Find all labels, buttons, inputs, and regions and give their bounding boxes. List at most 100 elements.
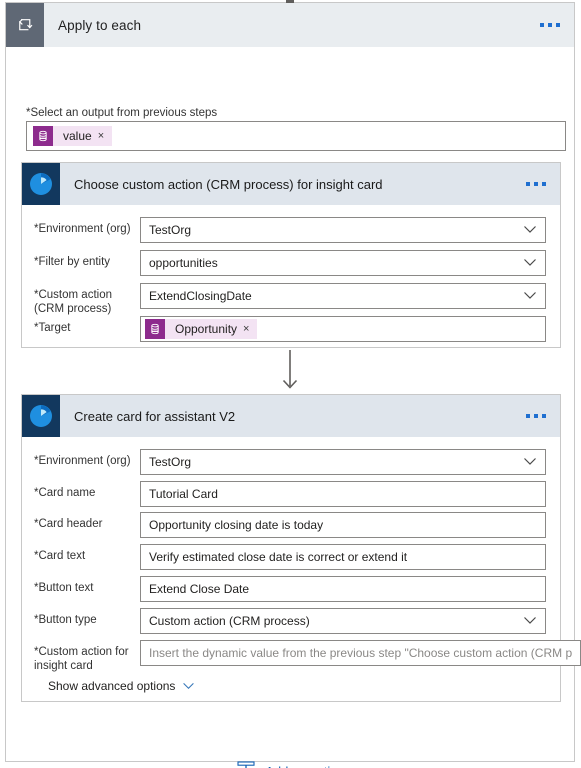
ellipsis-dot <box>542 414 546 418</box>
filter-by-entity-dropdown[interactable]: opportunities <box>140 250 546 276</box>
field-label: *Custom action for insight card <box>22 640 140 673</box>
field-label-text: Filter by entity <box>38 256 111 268</box>
field-label: *Custom action (CRM process) <box>22 283 140 316</box>
field-row-button-type: *Button type Custom action (CRM process) <box>22 608 560 634</box>
field-value: Extend Close Date <box>149 582 250 596</box>
dynamic-token-opportunity[interactable]: Opportunity × <box>145 319 258 339</box>
custom-action-dropdown[interactable]: ExtendClosingDate <box>140 283 546 309</box>
scope-menu-button[interactable] <box>540 23 560 27</box>
field-value: TestOrg <box>149 455 192 469</box>
field-label-text: Target <box>38 322 71 334</box>
field-row-environment: *Environment (org) TestOrg <box>22 217 560 243</box>
chevron-down-icon <box>523 223 537 237</box>
dynamic-token-label: value <box>63 129 92 143</box>
field-label-text: Card header <box>38 518 103 530</box>
chevron-down-icon <box>523 614 537 628</box>
scope-title: Apply to each <box>58 17 142 33</box>
button-type-dropdown[interactable]: Custom action (CRM process) <box>140 608 546 634</box>
show-advanced-options-label: Show advanced options <box>48 679 176 693</box>
ellipsis-dot <box>542 182 546 186</box>
button-text-input[interactable]: Extend Close Date <box>140 576 546 602</box>
field-row-card-text: *Card text Verify estimated close date i… <box>22 544 560 570</box>
field-label-text: Card text <box>38 550 86 562</box>
remove-token-icon[interactable]: × <box>243 323 257 335</box>
field-value: Opportunity closing date is today <box>149 518 324 532</box>
field-value: Custom action (CRM process) <box>149 614 310 628</box>
ellipsis-dot <box>526 414 530 418</box>
field-label: *Card header <box>22 512 140 531</box>
field-label: *Button text <box>22 576 140 595</box>
environment-dropdown[interactable]: TestOrg <box>140 217 546 243</box>
dynamic-content-icon <box>33 126 53 146</box>
field-label: *Button type <box>22 608 140 627</box>
field-label: *Filter by entity <box>22 250 140 269</box>
apply-to-each-scope: Apply to each *Select an output from pre… <box>5 0 581 768</box>
add-action-icon <box>235 759 257 768</box>
card-header-input[interactable]: Opportunity closing date is today <box>140 512 546 538</box>
field-row-custom-action: *Custom action (CRM process) ExtendClosi… <box>22 283 560 316</box>
flow-designer-canvas: Apply to each *Select an output from pre… <box>0 0 581 768</box>
ellipsis-dot <box>534 414 538 418</box>
target-input[interactable]: Opportunity × <box>140 316 546 342</box>
action-card-choose-custom-action: Choose custom action (CRM process) for i… <box>21 162 561 348</box>
field-value: Verify estimated close date is correct o… <box>149 550 408 564</box>
dynamic-token-value[interactable]: value × <box>33 126 113 146</box>
card-header[interactable]: Choose custom action (CRM process) for i… <box>22 163 560 205</box>
field-label: *Target <box>22 316 140 335</box>
field-label: *Environment (org) <box>22 449 140 468</box>
scope-header[interactable]: Apply to each <box>6 3 574 47</box>
field-row-target: *Target Opportunity × <box>22 316 560 342</box>
field-label-text: Card name <box>38 487 96 499</box>
ellipsis-dot <box>540 23 544 27</box>
ellipsis-dot <box>556 23 560 27</box>
chevron-down-icon <box>523 256 537 270</box>
field-row-environment: *Environment (org) TestOrg <box>22 449 560 475</box>
action-card-create-card-for-assistant: Create card for assistant V2 *Environmen… <box>21 394 581 702</box>
card-header[interactable]: Create card for assistant V2 <box>22 395 560 437</box>
dynamics365-connector-icon <box>22 395 60 437</box>
ellipsis-dot <box>548 23 552 27</box>
card-body: *Environment (org) TestOrg <box>22 437 581 702</box>
field-value: TestOrg <box>149 223 192 237</box>
field-label: *Card name <box>22 481 140 500</box>
show-advanced-options-button[interactable]: Show advanced options <box>48 679 195 693</box>
field-label-text: Button type <box>38 614 97 626</box>
field-label-text: Custom action for insight card <box>34 646 129 672</box>
add-an-action-label: Add an action <box>265 764 345 768</box>
card-body: *Environment (org) TestOrg <box>22 205 560 348</box>
flow-arrow-connector <box>6 350 574 394</box>
card-name-input[interactable]: Tutorial Card <box>140 481 546 507</box>
select-output-label: *Select an output from previous steps <box>26 107 217 119</box>
dynamic-token-label: Opportunity <box>175 322 238 336</box>
ellipsis-dot <box>534 182 538 186</box>
chevron-down-icon <box>523 455 537 469</box>
card-menu-button[interactable] <box>526 414 546 418</box>
add-an-action-button[interactable]: Add an action <box>6 759 574 768</box>
field-label-text: Custom action (CRM process) <box>34 289 112 315</box>
field-value: ExtendClosingDate <box>149 289 252 303</box>
field-row-button-text: *Button text Extend Close Date <box>22 576 560 602</box>
field-row-card-header: *Card header Opportunity closing date is… <box>22 512 560 538</box>
field-label: *Card text <box>22 544 140 563</box>
dynamics365-connector-icon <box>22 163 60 205</box>
ellipsis-dot <box>526 182 530 186</box>
card-menu-button[interactable] <box>526 182 546 186</box>
field-label-text: Environment (org) <box>38 223 131 235</box>
select-output-label-text: Select an output from previous steps <box>30 107 218 119</box>
field-label: *Environment (org) <box>22 217 140 236</box>
environment-dropdown[interactable]: TestOrg <box>140 449 546 475</box>
remove-token-icon[interactable]: × <box>98 130 112 142</box>
field-placeholder: Insert the dynamic value from the previo… <box>149 646 573 660</box>
loop-icon <box>6 3 44 47</box>
card-title: Create card for assistant V2 <box>74 408 236 424</box>
field-row-card-name: *Card name Tutorial Card <box>22 481 560 507</box>
field-row-filter-by-entity: *Filter by entity opportunities <box>22 250 560 276</box>
dynamic-content-icon <box>145 319 165 339</box>
field-row-custom-action-for-insight-card: *Custom action for insight card Insert t… <box>22 640 581 673</box>
card-text-input[interactable]: Verify estimated close date is correct o… <box>140 544 546 570</box>
custom-action-insight-card-input[interactable]: Insert the dynamic value from the previo… <box>140 640 581 666</box>
chevron-down-icon <box>182 679 195 693</box>
field-value: Tutorial Card <box>149 487 218 501</box>
card-title: Choose custom action (CRM process) for i… <box>74 176 383 192</box>
select-output-input[interactable]: value × <box>26 121 566 151</box>
